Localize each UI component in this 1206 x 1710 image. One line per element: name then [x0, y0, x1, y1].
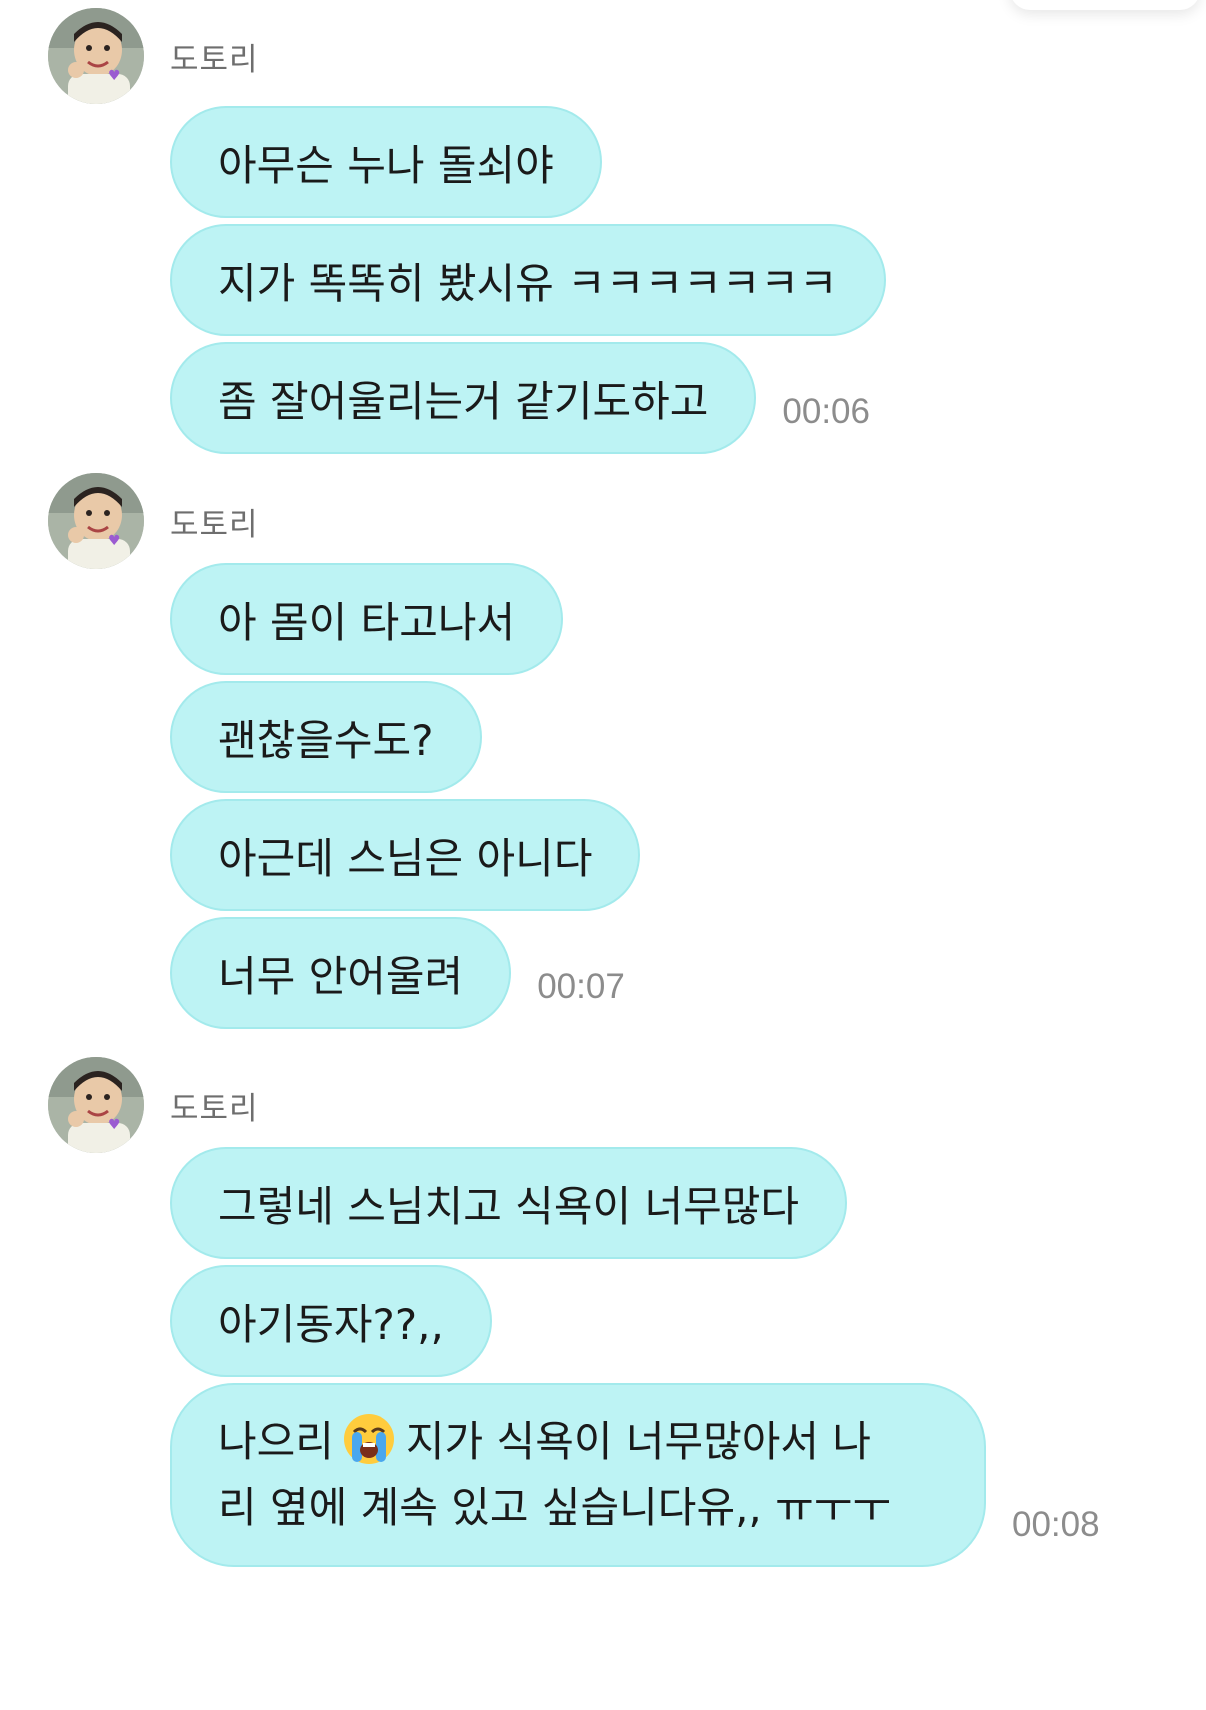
message-row: 좀 잘어울리는거 같기도하고 00:06 — [170, 342, 870, 454]
avatar[interactable]: ♥ — [48, 8, 144, 104]
message-timestamp: 00:06 — [782, 392, 870, 431]
message-bubble[interactable]: 좀 잘어울리는거 같기도하고 — [170, 342, 757, 454]
message-bubble[interactable]: 아 몸이 타고나서 — [170, 563, 564, 675]
message-bubble[interactable]: 그렇네 스님치고 식욕이 너무많다 — [170, 1147, 848, 1259]
message-timestamp: 00:08 — [1012, 1505, 1100, 1544]
message-bubble[interactable]: 지가 똑똑히 봤시유 ㅋㅋㅋㅋㅋㅋㅋ — [170, 224, 886, 336]
sender-name: 도토리 — [170, 507, 259, 543]
message-row: 지가 똑똑히 봤시유 ㅋㅋㅋㅋㅋㅋㅋ — [170, 224, 886, 336]
message-bubble[interactable]: 나으리 지가 식욕이 너무많아서 나 리 옆에 계속 있고 싶습니다유,, ㅠㅜ… — [170, 1383, 986, 1567]
svg-text:♥: ♥ — [108, 68, 121, 84]
message-text: 리 옆에 계속 있고 싶습니다유,, ㅠㅜㅜ — [218, 1483, 892, 1532]
message-row: 아기동자??,, — [170, 1265, 492, 1377]
message-timestamp: 00:07 — [537, 967, 625, 1006]
loudly-crying-face-emoji-icon — [342, 1412, 396, 1466]
message-row: 나으리 지가 식욕이 너무많아서 나 리 옆에 계속 있고 싶습니다유,, ㅠㅜ… — [170, 1383, 1100, 1567]
message-bubble[interactable]: 괜찮을수도? — [170, 681, 482, 793]
message-row: 아근데 스님은 아니다 — [170, 799, 641, 911]
message-row: 아 몸이 타고나서 — [170, 563, 564, 675]
message-bubble[interactable]: 아근데 스님은 아니다 — [170, 799, 641, 911]
message-row: 괜찮을수도? — [170, 681, 482, 793]
top-floating-bar — [1010, 0, 1200, 10]
message-row: 너무 안어울려 00:07 — [170, 917, 625, 1029]
sender-name: 도토리 — [170, 1091, 259, 1127]
avatar[interactable]: ♥ — [48, 473, 144, 569]
message-text: 지가 식욕이 너무많아서 나 — [405, 1417, 872, 1466]
message-row: 아무슨 누나 돌쇠야 — [170, 106, 602, 218]
svg-text:♥: ♥ — [108, 1117, 121, 1133]
message-row: 그렇네 스님치고 식욕이 너무많다 — [170, 1147, 848, 1259]
avatar[interactable]: ♥ — [48, 1057, 144, 1153]
message-bubble[interactable]: 너무 안어울려 — [170, 917, 512, 1029]
message-bubble[interactable]: 아기동자??,, — [170, 1265, 492, 1377]
message-text: 나으리 — [218, 1417, 334, 1466]
message-bubble[interactable]: 아무슨 누나 돌쇠야 — [170, 106, 602, 218]
sender-name: 도토리 — [170, 42, 259, 78]
svg-text:♥: ♥ — [108, 533, 121, 549]
